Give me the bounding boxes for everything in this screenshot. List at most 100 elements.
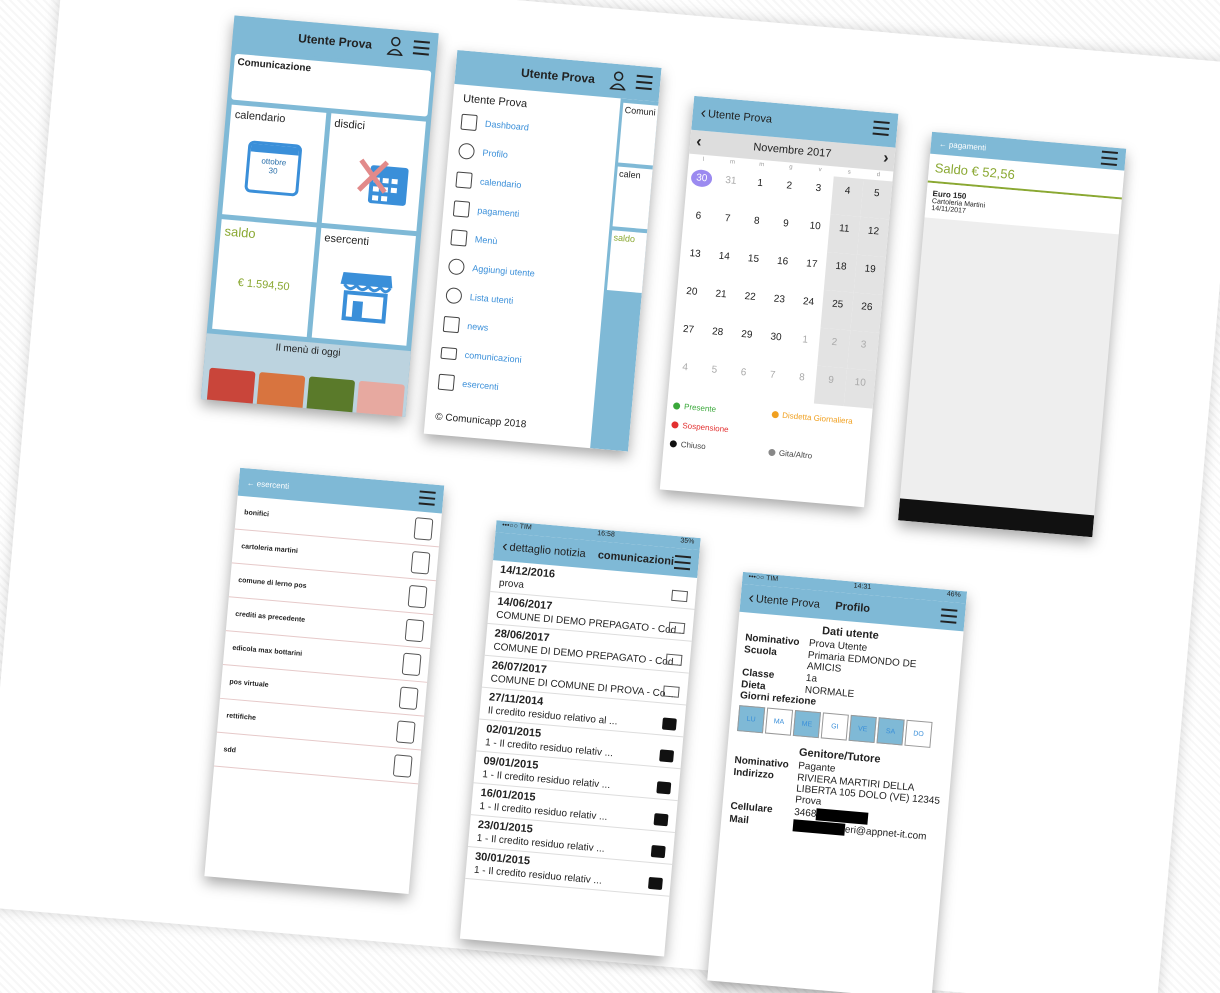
calendar-day[interactable]: 12	[856, 216, 890, 258]
esercente-name: bonifici	[243, 509, 270, 519]
field-label: Indirizzo	[732, 766, 775, 782]
calendar-day[interactable]: 8	[740, 207, 772, 247]
chat-icon	[650, 845, 666, 859]
weekday-label: d	[876, 172, 881, 179]
calendar-day[interactable]: 10	[843, 368, 876, 409]
calendar-icon	[455, 170, 473, 189]
day-number: 9	[782, 218, 790, 230]
prev-month-button[interactable]: ‹	[695, 133, 703, 151]
calendar-day[interactable]: 18	[824, 252, 857, 293]
hamburger-menu-icon[interactable]	[635, 74, 653, 91]
tile-label: disdici	[333, 117, 366, 133]
next-month-button[interactable]: ›	[882, 150, 889, 168]
calendar-day[interactable]: 5	[860, 178, 893, 220]
hamburger-menu-icon[interactable]	[1100, 150, 1118, 166]
calendar-day[interactable]: 25	[820, 289, 854, 331]
back-button[interactable]: ‹ Utente Prova	[700, 105, 773, 129]
calendar-day[interactable]: 20	[675, 277, 707, 317]
calendar-day[interactable]: 23	[763, 285, 795, 325]
calendar-day[interactable]: 19	[853, 254, 886, 296]
calendar-day[interactable]: 8	[785, 363, 817, 403]
shop-icon	[340, 271, 393, 324]
day-toggle[interactable]: DO	[904, 719, 933, 748]
calendar-day[interactable]: 11	[827, 214, 861, 255]
dashboard-screen: Utente Prova Comunicazione calendario ot…	[200, 15, 439, 417]
day-number: 10	[809, 220, 822, 233]
calendar-day[interactable]: 2	[773, 171, 805, 211]
back-button[interactable]: ← esercenti	[246, 478, 289, 491]
calendar-day[interactable]: 9	[814, 365, 847, 407]
map-pin-icon[interactable]	[404, 618, 425, 642]
calendar-day[interactable]: 5	[698, 355, 730, 395]
day-toggle[interactable]: VE	[848, 714, 877, 744]
hamburger-menu-icon[interactable]	[673, 554, 692, 571]
back-button[interactable]: ‹ Utente Prova	[748, 590, 821, 614]
calendar-day[interactable]: 31	[714, 166, 746, 206]
calendar-day[interactable]: 6	[727, 358, 759, 398]
tile-label: calendario	[234, 108, 286, 126]
user-icon[interactable]	[386, 35, 405, 57]
legend-label: Disdetta Giornaliera	[781, 410, 854, 426]
calendar-day[interactable]: 1	[788, 325, 820, 365]
calendar-day[interactable]: 3	[802, 174, 834, 214]
calendar-day[interactable]: 24	[792, 287, 824, 327]
day-toggle[interactable]: MA	[764, 707, 794, 736]
calendar-day[interactable]: 29	[730, 320, 762, 360]
hamburger-menu-icon[interactable]	[412, 40, 430, 56]
map-pin-icon[interactable]	[395, 719, 416, 744]
esercenti-screen: ← esercenti bonifici cartoleria martini co…	[204, 467, 445, 895]
back-button[interactable]: ‹ dettaglio notizia	[501, 538, 587, 563]
day-number: 2	[831, 336, 838, 349]
hamburger-menu-icon[interactable]	[940, 608, 958, 624]
map-pin-icon[interactable]	[398, 686, 419, 710]
presentation-slide: Utente Prova Comunicazione calendario ot…	[0, 0, 1220, 993]
calendar-day[interactable]: 2	[817, 327, 851, 369]
hamburger-menu-icon[interactable]	[418, 490, 436, 506]
tile-esercenti[interactable]: esercenti	[311, 227, 416, 346]
calendar-day[interactable]: 21	[704, 280, 736, 320]
map-pin-icon[interactable]	[392, 753, 413, 778]
back-button[interactable]: ← pagamenti	[939, 139, 987, 152]
calendar-day[interactable]: 7	[711, 204, 743, 244]
esercenti-list: bonifici cartoleria martini comune di lern…	[213, 495, 442, 785]
day-number: 3	[860, 339, 867, 351]
calendar-day[interactable]: 3	[846, 330, 880, 371]
day-toggle[interactable]: SA	[876, 717, 905, 746]
food-image	[205, 367, 256, 417]
calendar-day[interactable]: 4	[668, 353, 700, 393]
map-pin-icon[interactable]	[410, 550, 431, 575]
calendar-day[interactable]: 30	[759, 323, 791, 363]
calendar-day[interactable]: 26	[850, 292, 883, 333]
day-toggle[interactable]: ME	[792, 709, 821, 739]
tile-disdici[interactable]: disdici	[321, 113, 426, 232]
map-pin-icon[interactable]	[413, 516, 434, 541]
tile-saldo[interactable]: saldo € 1.594,50	[212, 219, 317, 338]
day-number: 4	[681, 361, 689, 374]
menu-oggi-banner[interactable]: Il menù di oggi	[200, 333, 411, 417]
day-toggle[interactable]: GI	[820, 712, 849, 741]
calendar-day[interactable]: 13	[678, 239, 710, 279]
calendar-day[interactable]: 15	[737, 244, 769, 284]
calendar-day[interactable]: 27	[672, 315, 704, 355]
saldo-amount: € 1.594,50	[237, 276, 291, 294]
map-pin-icon[interactable]	[407, 584, 428, 608]
day-number: 25	[831, 298, 844, 311]
map-pin-icon[interactable]	[401, 652, 422, 676]
tile-calendario[interactable]: calendario ottobre 30	[222, 104, 327, 223]
calendar-day[interactable]: 30	[685, 164, 717, 204]
day-toggle[interactable]: LU	[737, 705, 766, 734]
calendar-day[interactable]: 7	[756, 361, 788, 401]
calendar-day[interactable]: 28	[701, 318, 733, 358]
hamburger-menu-icon[interactable]	[872, 120, 890, 136]
calendar-day[interactable]: 22	[733, 282, 765, 322]
user-icon[interactable]	[609, 70, 627, 91]
calendar-day[interactable]: 16	[766, 247, 798, 287]
calendar-day[interactable]: 1	[743, 169, 775, 209]
calendar-day[interactable]: 17	[795, 250, 827, 290]
food-image	[354, 380, 405, 417]
calendar-day[interactable]: 10	[798, 212, 830, 252]
calendar-day[interactable]: 6	[682, 201, 714, 241]
calendar-day[interactable]: 14	[708, 242, 740, 282]
calendar-day[interactable]: 9	[769, 209, 801, 249]
calendar-day[interactable]: 4	[830, 176, 864, 217]
